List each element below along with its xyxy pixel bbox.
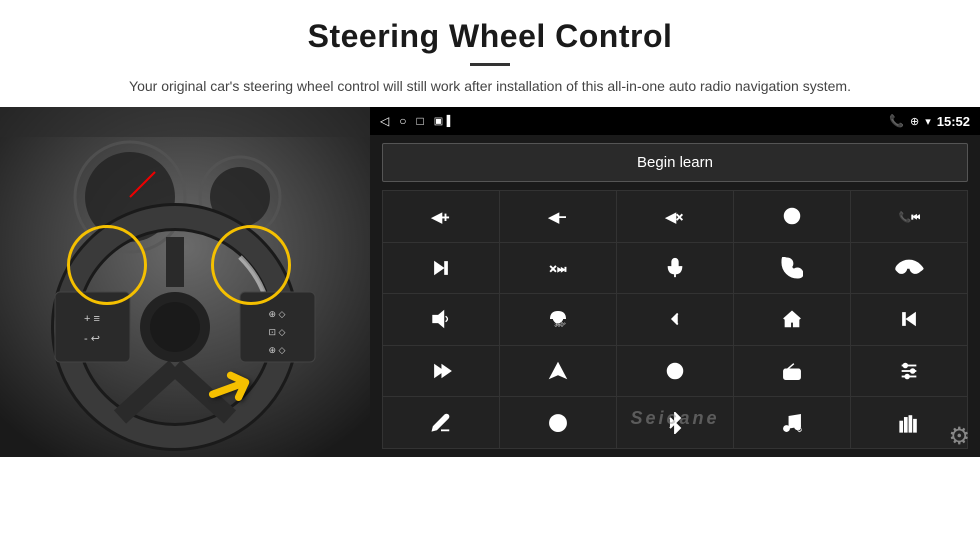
page-title: Steering Wheel Control — [60, 18, 920, 55]
svg-text:⊡ ◇: ⊡ ◇ — [269, 327, 286, 337]
power-button[interactable] — [734, 191, 850, 242]
hang-up-button[interactable] — [851, 243, 967, 294]
svg-text:+ ≡: + ≡ — [84, 313, 100, 325]
phone-status-icon: 📞 — [889, 114, 904, 128]
svg-text:◀+: ◀+ — [432, 210, 449, 225]
content-area: + ≡ - ↩ ⊕ ◇ ⊡ ◇ ⊕ ◇ ➜ ◁ — [0, 107, 980, 548]
svg-text:360°: 360° — [554, 323, 565, 329]
next-track-button[interactable] — [383, 243, 499, 294]
vol-mute-button[interactable]: ◀× — [617, 191, 733, 242]
head-unit-section: ◁ ○ □ ▣▐ 📞 ⊕ ▾ 15:52 Begin learn — [370, 107, 980, 457]
highlight-circle-right — [211, 225, 291, 305]
back-button[interactable] — [617, 294, 733, 345]
begin-learn-button[interactable]: Begin learn — [382, 143, 968, 182]
car-photo: + ≡ - ↩ ⊕ ◇ ⊡ ◇ ⊕ ◇ ➜ — [0, 107, 370, 457]
phone-prev-button[interactable]: 📞⏮ — [851, 191, 967, 242]
horn-button[interactable] — [383, 294, 499, 345]
status-bar: ◁ ○ □ ▣▐ 📞 ⊕ ▾ 15:52 — [370, 107, 980, 135]
skip-back-button[interactable] — [851, 294, 967, 345]
location-icon: ⊕ — [910, 115, 919, 128]
time-display: 15:52 — [937, 114, 970, 129]
music-settings-button[interactable]: ⚙ — [734, 397, 850, 448]
fast-prev-button[interactable]: ✕⏭ — [500, 243, 616, 294]
dial-button[interactable] — [500, 397, 616, 448]
status-right: 📞 ⊕ ▾ 15:52 — [889, 114, 970, 129]
back-nav-icon[interactable]: ◁ — [380, 114, 389, 128]
signal-icon: ▣▐ — [434, 116, 451, 127]
bluetooth-button[interactable] — [617, 397, 733, 448]
recents-nav-icon[interactable]: □ — [416, 114, 423, 128]
wifi-icon: ▾ — [925, 115, 931, 128]
page-container: Steering Wheel Control Your original car… — [0, 0, 980, 548]
status-left: ◁ ○ □ ▣▐ — [380, 114, 450, 128]
svg-text:◀×: ◀× — [666, 210, 683, 225]
fast-forward-button[interactable] — [383, 346, 499, 397]
svg-text:⚙: ⚙ — [797, 427, 803, 434]
svg-text:📞⏮: 📞⏮ — [899, 211, 920, 224]
radio-button[interactable] — [734, 346, 850, 397]
control-button-grid: ◀+ ◀− ◀× 📞⏮ — [382, 190, 968, 449]
cam360-button[interactable]: 360° — [500, 294, 616, 345]
svg-text:⊕ ◇: ⊕ ◇ — [269, 309, 286, 319]
home-button[interactable] — [734, 294, 850, 345]
pen-button[interactable] — [383, 397, 499, 448]
svg-text:◀−: ◀− — [549, 210, 566, 225]
header-section: Steering Wheel Control Your original car… — [0, 0, 980, 107]
car-image-section: + ≡ - ↩ ⊕ ◇ ⊡ ◇ ⊕ ◇ ➜ — [0, 107, 370, 457]
nav-button[interactable] — [500, 346, 616, 397]
svg-text:- ↩: - ↩ — [84, 333, 100, 345]
subtitle-text: Your original car's steering wheel contr… — [90, 76, 890, 97]
title-divider — [470, 63, 510, 66]
eq-sliders-button[interactable] — [851, 346, 967, 397]
source-button[interactable] — [617, 346, 733, 397]
highlight-circle-left — [67, 225, 147, 305]
mic-button[interactable] — [617, 243, 733, 294]
home-nav-icon[interactable]: ○ — [399, 114, 406, 128]
begin-learn-row: Begin learn — [370, 135, 980, 190]
settings-gear-button[interactable]: ⚙ — [948, 422, 970, 451]
phone-answer-button[interactable] — [734, 243, 850, 294]
svg-text:✕⏭: ✕⏭ — [549, 264, 567, 275]
vol-up-button[interactable]: ◀+ — [383, 191, 499, 242]
svg-text:⊕ ◇: ⊕ ◇ — [269, 345, 286, 355]
vol-down-button[interactable]: ◀− — [500, 191, 616, 242]
